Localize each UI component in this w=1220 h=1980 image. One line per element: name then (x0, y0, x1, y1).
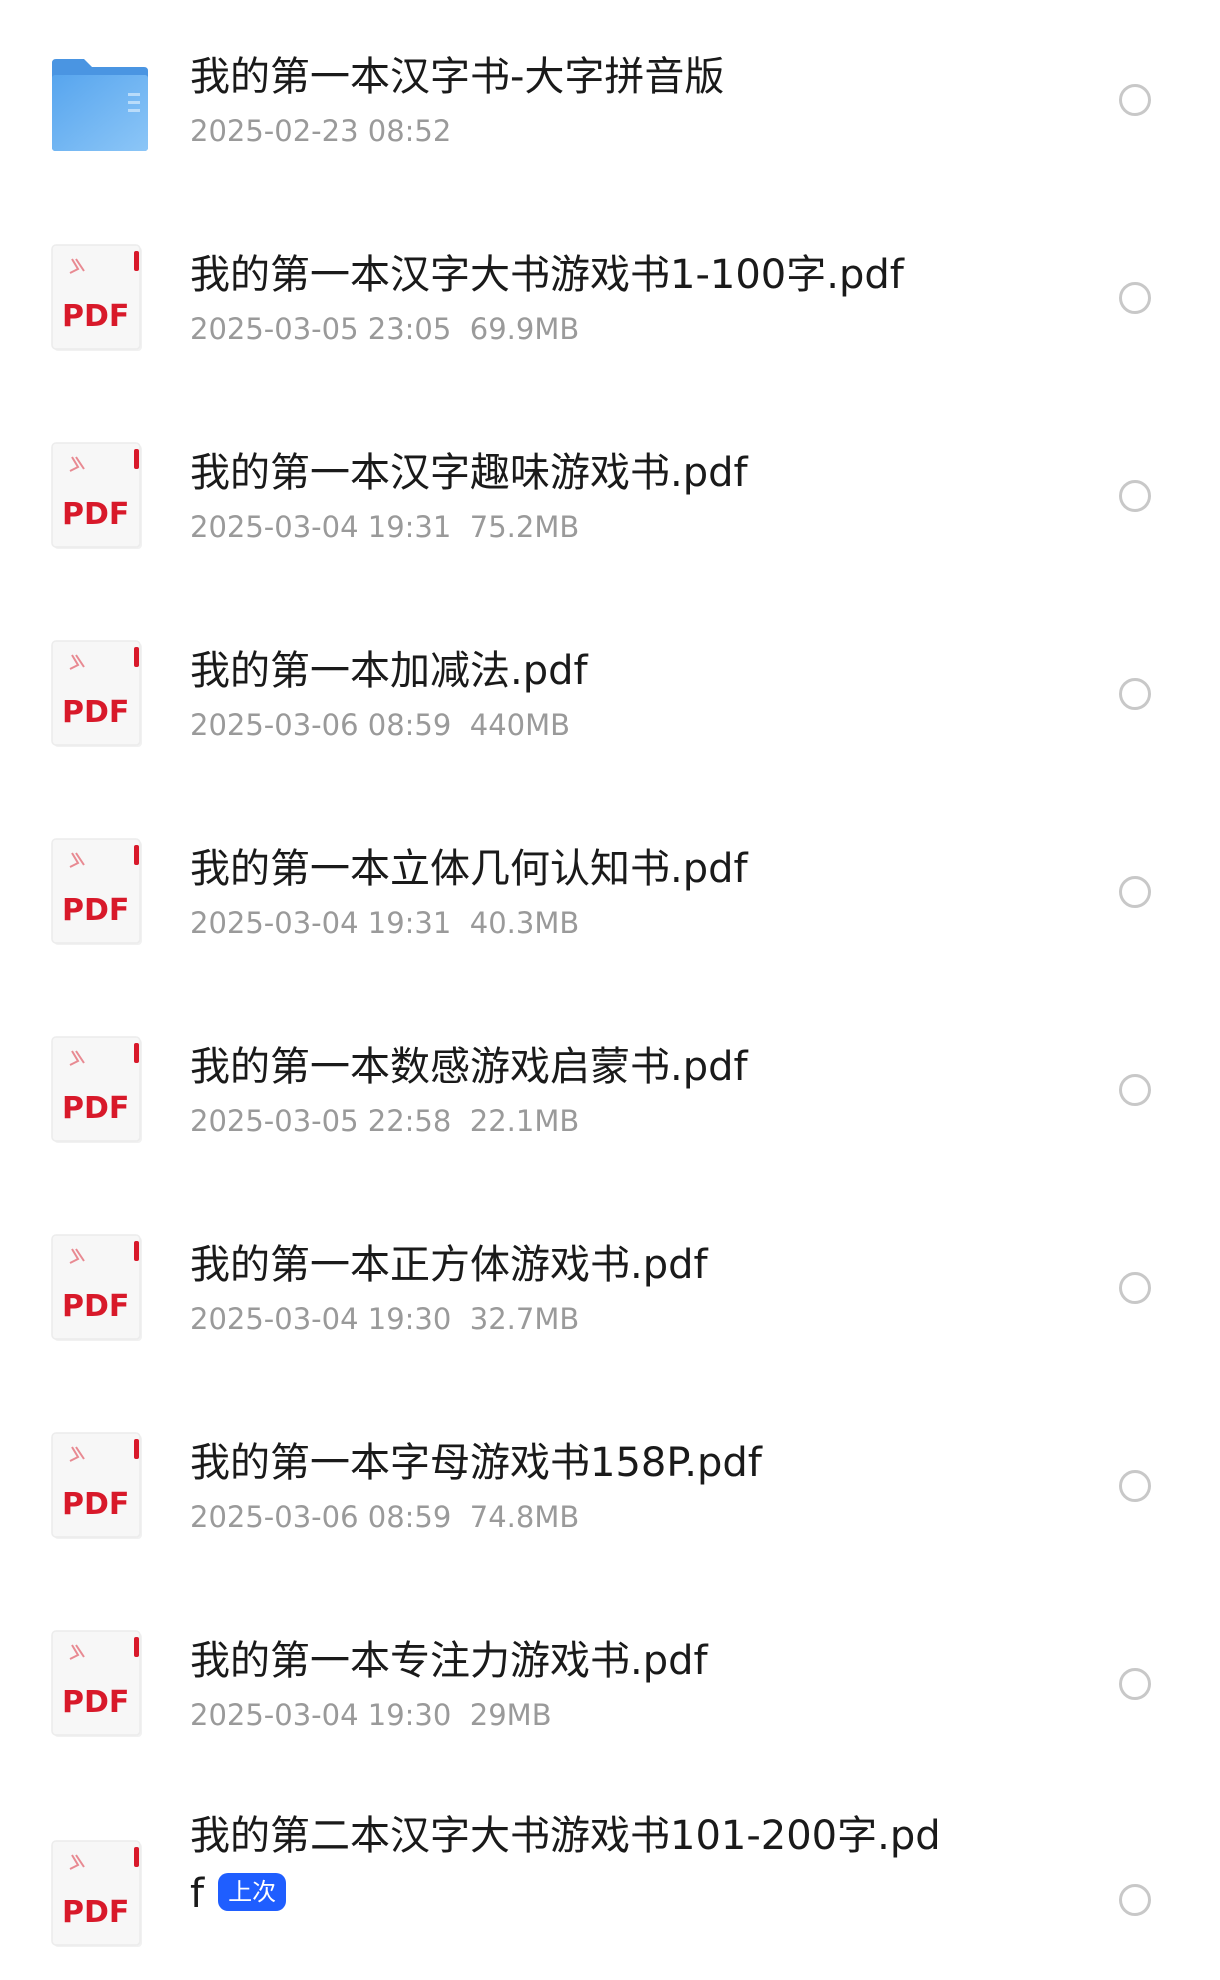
file-row-pdf[interactable]: PDF 我的第一本汉字大书游戏书1-100字.pdf 2025-03-05 23… (0, 198, 1220, 396)
file-name: 我的第一本专注力游戏书.pdf (190, 1638, 708, 1684)
file-meta: 2025-03-06 08:59 74.8MB (190, 1499, 579, 1535)
folder-icon (50, 57, 150, 167)
pdf-file-icon: PDF (50, 1035, 150, 1145)
file-date: 2025-03-04 19:30 (190, 1302, 452, 1336)
svg-text:PDF: PDF (62, 1895, 129, 1930)
svg-text:PDF: PDF (62, 1487, 129, 1522)
file-meta: 2025-03-05 22:58 22.1MB (190, 1103, 579, 1139)
pdf-file-icon: PDF (50, 1629, 150, 1739)
pdf-file-icon: PDF (50, 1431, 150, 1541)
pdf-file-icon: PDF (50, 1233, 150, 1343)
svg-text:PDF: PDF (62, 893, 129, 928)
file-row-pdf[interactable]: PDF 我的第一本汉字趣味游戏书.pdf 2025-03-04 19:31 75… (0, 396, 1220, 594)
select-radio[interactable] (1119, 84, 1151, 116)
select-radio[interactable] (1119, 480, 1151, 512)
file-name: 我的第一本数感游戏启蒙书.pdf (190, 1044, 748, 1090)
svg-text:PDF: PDF (62, 1289, 129, 1324)
file-meta: 2025-03-04 19:31 75.2MB (190, 509, 579, 545)
file-row-pdf[interactable]: PDF 我的第一本加减法.pdf 2025-03-06 08:59 440MB (0, 594, 1220, 792)
file-row-pdf[interactable]: PDF 我的第二本汉字大书游戏书101-200字.pdf 上次 (0, 1782, 1220, 1980)
file-name: 我的第一本汉字书-大字拼音版 (190, 54, 725, 100)
file-meta: 2025-03-04 19:30 32.7MB (190, 1301, 579, 1337)
file-meta: 2025-03-06 08:59 440MB (190, 707, 570, 743)
file-name-text: 我的第二本汉字大书游戏书101-200字.pdf (190, 1813, 941, 1917)
file-row-pdf[interactable]: PDF 我的第一本专注力游戏书.pdf 2025-03-04 19:30 29M… (0, 1584, 1220, 1782)
select-radio[interactable] (1119, 876, 1151, 908)
file-date: 2025-03-06 08:59 (190, 1500, 452, 1534)
file-row-pdf[interactable]: PDF 我的第一本字母游戏书158P.pdf 2025-03-06 08:59 … (0, 1386, 1220, 1584)
file-date: 2025-03-04 19:31 (190, 510, 452, 544)
file-size: 74.8MB (469, 1500, 580, 1534)
select-radio[interactable] (1119, 678, 1151, 710)
file-name: 我的第二本汉字大书游戏书101-200字.pdf 上次 (190, 1807, 950, 1923)
file-name: 我的第一本立体几何认知书.pdf (190, 846, 748, 892)
file-date: 2025-03-06 08:59 (190, 708, 452, 742)
pdf-file-icon: PDF (50, 837, 150, 947)
file-list: 我的第一本汉字书-大字拼音版 2025-02-23 08:52 PDF 我的第一… (0, 0, 1220, 1967)
file-meta: 2025-02-23 08:52 (190, 113, 451, 149)
file-date: 2025-02-23 08:52 (190, 114, 452, 148)
pdf-file-icon: PDF (50, 639, 150, 749)
file-size: 40.3MB (469, 906, 580, 940)
select-radio[interactable] (1119, 1884, 1151, 1916)
file-date: 2025-03-04 19:31 (190, 906, 452, 940)
file-size: 69.9MB (469, 312, 580, 346)
file-date: 2025-03-05 22:58 (190, 1104, 452, 1138)
file-size: 22.1MB (469, 1104, 580, 1138)
select-radio[interactable] (1119, 1074, 1151, 1106)
file-meta: 2025-03-04 19:30 29MB (190, 1697, 552, 1733)
pdf-file-icon: PDF (50, 1839, 150, 1949)
file-meta: 2025-03-05 23:05 69.9MB (190, 311, 579, 347)
file-row-pdf[interactable]: PDF 我的第一本正方体游戏书.pdf 2025-03-04 19:30 32.… (0, 1188, 1220, 1386)
svg-text:PDF: PDF (62, 497, 129, 532)
svg-text:PDF: PDF (62, 1091, 129, 1126)
file-name: 我的第一本汉字大书游戏书1-100字.pdf (190, 252, 904, 298)
svg-text:PDF: PDF (62, 299, 129, 334)
file-size: 440MB (469, 708, 571, 742)
file-name: 我的第一本正方体游戏书.pdf (190, 1242, 708, 1288)
file-meta: 2025-03-04 19:31 40.3MB (190, 905, 579, 941)
file-row-folder[interactable]: 我的第一本汉字书-大字拼音版 2025-02-23 08:52 (0, 0, 1220, 198)
file-row-pdf[interactable]: PDF 我的第一本立体几何认知书.pdf 2025-03-04 19:31 40… (0, 792, 1220, 990)
svg-text:PDF: PDF (62, 695, 129, 730)
file-date: 2025-03-05 23:05 (190, 312, 452, 346)
file-size: 75.2MB (469, 510, 580, 544)
pdf-file-icon: PDF (50, 441, 150, 551)
select-radio[interactable] (1119, 1668, 1151, 1700)
file-size: 32.7MB (469, 1302, 580, 1336)
svg-text:PDF: PDF (62, 1685, 129, 1720)
file-row-pdf[interactable]: PDF 我的第一本数感游戏启蒙书.pdf 2025-03-05 22:58 22… (0, 990, 1220, 1188)
select-radio[interactable] (1119, 282, 1151, 314)
file-name: 我的第一本字母游戏书158P.pdf (190, 1440, 762, 1486)
pdf-file-icon: PDF (50, 243, 150, 353)
last-opened-badge: 上次 (218, 1873, 287, 1911)
file-size: 29MB (469, 1698, 552, 1732)
file-name: 我的第一本汉字趣味游戏书.pdf (190, 450, 748, 496)
file-name: 我的第一本加减法.pdf (190, 648, 588, 694)
select-radio[interactable] (1119, 1272, 1151, 1304)
file-date: 2025-03-04 19:30 (190, 1698, 452, 1732)
select-radio[interactable] (1119, 1470, 1151, 1502)
